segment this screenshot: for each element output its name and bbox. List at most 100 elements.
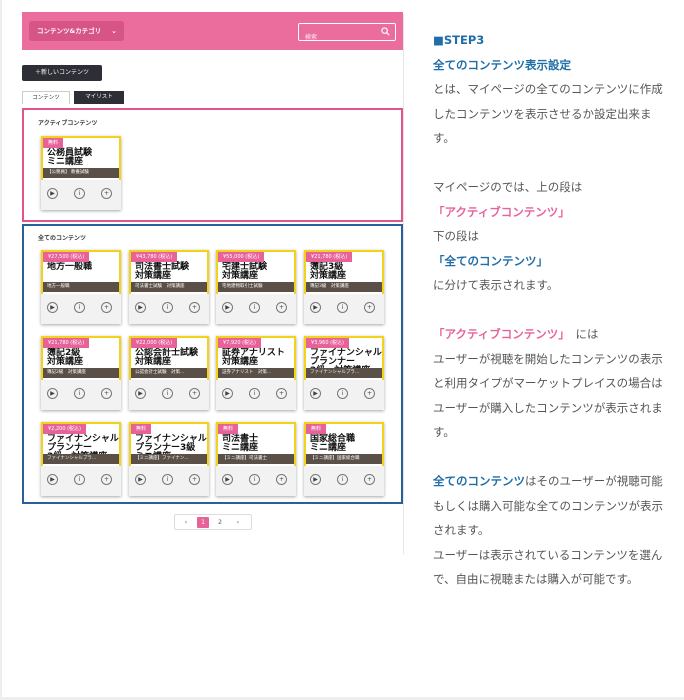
play-icon[interactable]: ▶ (222, 474, 233, 485)
content-card[interactable]: ファイナンシャル プランナー3級 ミニ講座無料【ミニ講座】ファイナン...▶i+ (129, 422, 209, 496)
info-icon[interactable]: i (74, 188, 85, 199)
add-icon[interactable]: + (276, 474, 287, 485)
play-icon[interactable]: ▶ (310, 388, 321, 399)
column-divider (403, 14, 404, 554)
play-icon[interactable]: ▶ (135, 474, 146, 485)
paragraph-1: とは、マイページの全てのコンテンツに作成したコンテンツを表示させるか設定出来ます… (433, 82, 663, 145)
category-button[interactable]: コンテンツ&カテゴリ ⌄ (29, 21, 124, 41)
section-heading: 全てのコンテンツ表示設定 (433, 57, 571, 72)
card-subtitle: ファイナンシャルプラ... (306, 368, 382, 378)
mypage-screenshot: コンテンツ&カテゴリ ⌄ ＋新しいコンテンツ コンテンツ マイリスト アクティブ… (22, 12, 403, 552)
add-icon[interactable]: + (101, 388, 112, 399)
new-content-button[interactable]: ＋新しいコンテンツ (22, 65, 102, 81)
content-card[interactable]: 公認会計士試験 対策講座 ¥22,000 (税込) 公認会計士試験 対策... ▶ i + (129, 336, 209, 410)
play-icon[interactable]: ▶ (135, 388, 146, 399)
paragraph-2d: 「全てのコンテンツ」 (433, 253, 548, 268)
info-icon[interactable]: i (337, 388, 348, 399)
content-card[interactable]: 公務員試験 ミニ講座 無料 【公務員】 教養試験 ▶ i + (41, 136, 121, 210)
explanation-text: ■STEP3 全てのコンテンツ表示設定 とは、マイページの全てのコンテンツに作成… (433, 28, 673, 592)
info-icon[interactable]: i (337, 474, 348, 485)
content-card[interactable]: 地方一般職 ¥27,500 (税込) 地方一般職 ▶ i + (41, 250, 121, 324)
pagination-next[interactable]: › (233, 517, 243, 528)
search-box (298, 23, 396, 46)
play-icon[interactable]: ▶ (310, 302, 321, 313)
add-icon[interactable]: + (276, 388, 287, 399)
search-icon[interactable] (381, 27, 390, 36)
content-card[interactable]: 司法書士 ミニ講座 無料 【ミニ講座】司法書士 ▶ i + (216, 422, 296, 496)
card-thumbnail: 公務員試験 ミニ講座 無料 【公務員】 教養試験 (41, 136, 121, 180)
play-icon[interactable]: ▶ (222, 388, 233, 399)
add-icon[interactable]: + (364, 302, 375, 313)
card-actions: ▶ i + (135, 388, 205, 400)
add-icon[interactable]: + (189, 302, 200, 313)
card-price-badge: ¥22,000 (税込) (131, 338, 178, 348)
pagination-page-1[interactable]: 1 (197, 517, 209, 528)
add-icon[interactable]: + (364, 388, 375, 399)
card-price-badge: 無料 (306, 424, 327, 434)
card-thumbnail: 司法書士 ミニ講座 無料 【ミニ講座】司法書士 (216, 422, 296, 466)
play-icon[interactable]: ▶ (47, 388, 58, 399)
content-card[interactable]: ファイナンシャル プランナー 2級 対策講座¥3,960 (税込)ファイナンシャ… (304, 336, 384, 410)
info-icon[interactable]: i (74, 302, 85, 313)
play-icon[interactable]: ▶ (47, 474, 58, 485)
card-thumbnail: ファイナンシャル プランナー3級 ミニ講座無料【ミニ講座】ファイナン... (129, 422, 209, 466)
add-icon[interactable]: + (189, 388, 200, 399)
info-icon[interactable]: i (337, 302, 348, 313)
card-title: 公務員試験 ミニ講座 (47, 148, 93, 167)
info-icon[interactable]: i (249, 388, 260, 399)
card-actions: ▶ i + (47, 302, 117, 314)
play-icon[interactable]: ▶ (47, 188, 58, 199)
content-card[interactable]: 簿記3級 対策講座 ¥21,780 (税込) 簿記3級 対策講座 ▶ i + (304, 250, 384, 324)
tab-mylist[interactable]: マイリスト (74, 91, 124, 104)
category-button-label: コンテンツ&カテゴリ (37, 27, 102, 35)
info-icon[interactable]: i (74, 388, 85, 399)
card-thumbnail: ファイナンシャル プランナー 2級 対策講座¥3,960 (税込)ファイナンシャ… (304, 336, 384, 380)
card-price-badge: ¥55,000 (税込) (218, 252, 265, 262)
card-thumbnail: 宅建士試験 対策講座 ¥55,000 (税込) 宅地建物取引士試験 (216, 250, 296, 294)
card-price-badge: 無料 (131, 424, 152, 434)
pagination: ‹ 1 2 › (174, 514, 252, 530)
info-icon[interactable]: i (74, 474, 85, 485)
content-card[interactable]: 国家総合職 ミニ講座 無料 【ミニ講座】国家総合職 ▶ i + (304, 422, 384, 496)
play-icon[interactable]: ▶ (222, 302, 233, 313)
step-heading: ■STEP3 (433, 33, 485, 47)
card-subtitle: 【ミニ講座】ファイナン... (131, 454, 207, 464)
info-icon[interactable]: i (162, 302, 173, 313)
content-card[interactable]: 宅建士試験 対策講座 ¥55,000 (税込) 宅地建物取引士試験 ▶ i + (216, 250, 296, 324)
pagination-prev[interactable]: ‹ (181, 517, 191, 528)
card-price-badge: 無料 (43, 138, 64, 148)
add-icon[interactable]: + (189, 474, 200, 485)
content-card[interactable]: 司法書士試験 対策講座 ¥43,780 (税込) 司法書士試験 対策講座 ▶ i + (129, 250, 209, 324)
card-actions: ▶ i + (222, 302, 292, 314)
card-price-badge: ¥7,920 (税込) (218, 338, 261, 348)
add-icon[interactable]: + (101, 474, 112, 485)
tab-contents[interactable]: コンテンツ (22, 91, 70, 104)
paragraph-3b: には (575, 327, 599, 341)
card-thumbnail: 簿記3級 対策講座 ¥21,780 (税込) 簿記3級 対策講座 (304, 250, 384, 294)
play-icon[interactable]: ▶ (47, 302, 58, 313)
content-card[interactable]: ファイナンシャル プランナー 3級 対策講座¥2,200 (税込)ファイナンシャ… (41, 422, 121, 496)
info-icon[interactable]: i (162, 474, 173, 485)
info-icon[interactable]: i (249, 302, 260, 313)
play-icon[interactable]: ▶ (135, 302, 146, 313)
content-card[interactable]: 証券アナリスト 対策講座 ¥7,920 (税込) 証券アナリスト 対策... ▶ i + (216, 336, 296, 410)
card-actions: ▶ i + (135, 474, 205, 486)
add-icon[interactable]: + (364, 474, 375, 485)
card-price-badge: ¥21,780 (税込) (43, 338, 90, 348)
card-subtitle: ファイナンシャルプラ... (43, 454, 119, 464)
card-subtitle: 公認会計士試験 対策... (131, 368, 207, 378)
info-icon[interactable]: i (162, 388, 173, 399)
add-icon[interactable]: + (101, 302, 112, 313)
paragraph-2a: マイページのでは、上の段は (433, 180, 583, 194)
play-icon[interactable]: ▶ (310, 474, 321, 485)
card-price-badge: ¥43,780 (税込) (131, 252, 178, 262)
card-subtitle: 簿記2級 対策講座 (43, 368, 119, 378)
content-card[interactable]: 簿記2級 対策講座 ¥21,780 (税込) 簿記2級 対策講座 ▶ i + (41, 336, 121, 410)
info-icon[interactable]: i (249, 474, 260, 485)
pagination-page-2[interactable]: 2 (215, 517, 225, 528)
add-icon[interactable]: + (276, 302, 287, 313)
search-input[interactable] (299, 29, 375, 46)
add-icon[interactable]: + (101, 188, 112, 199)
all-contents-label: 全てのコンテンツ (38, 235, 87, 242)
paragraph-3a: 「アクティブコンテンツ」 (433, 327, 564, 341)
